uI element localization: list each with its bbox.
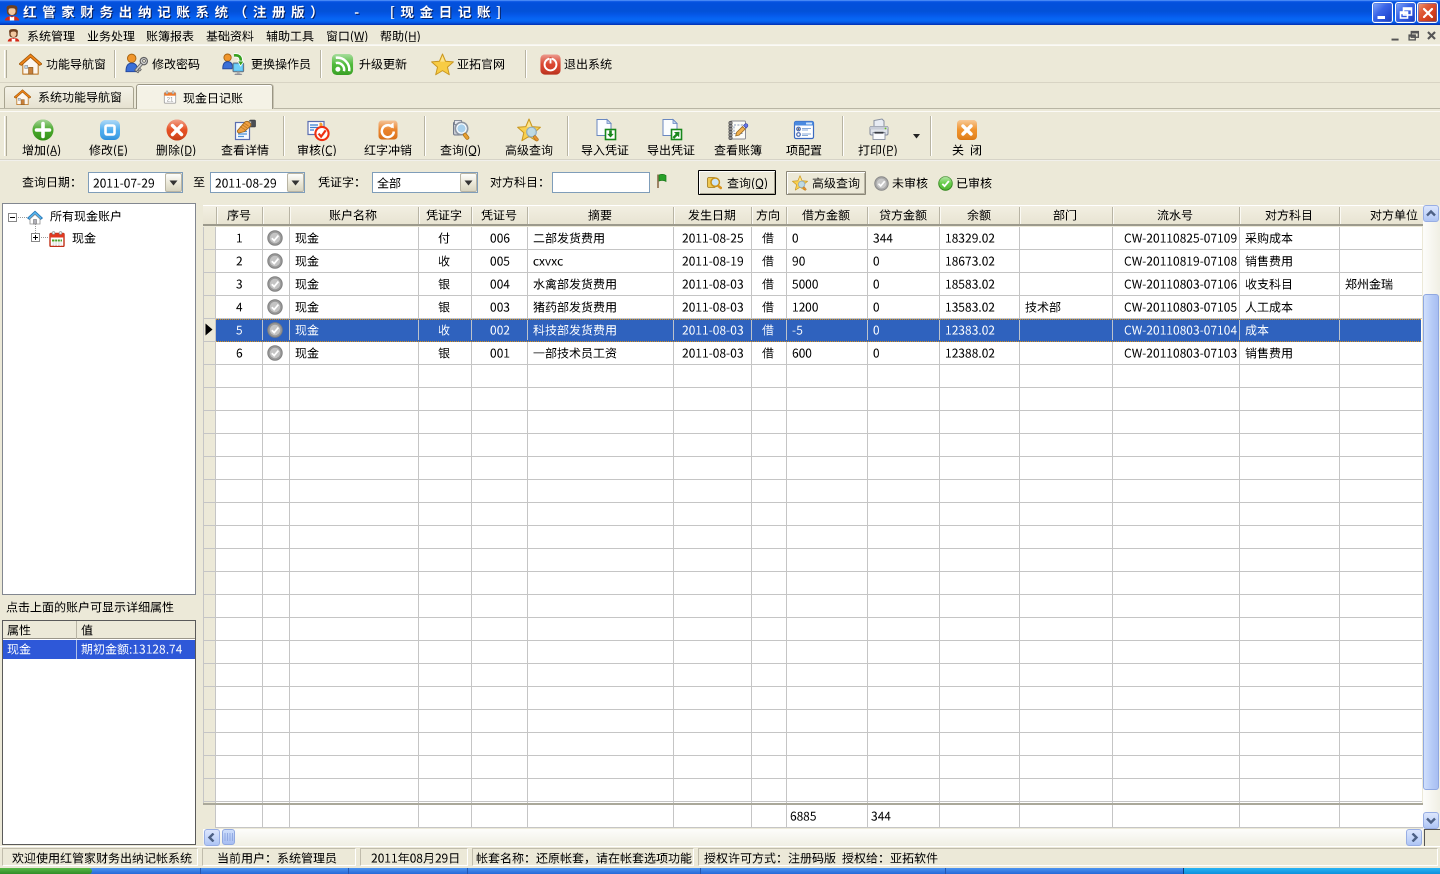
svg-text:21: 21 bbox=[167, 96, 174, 103]
